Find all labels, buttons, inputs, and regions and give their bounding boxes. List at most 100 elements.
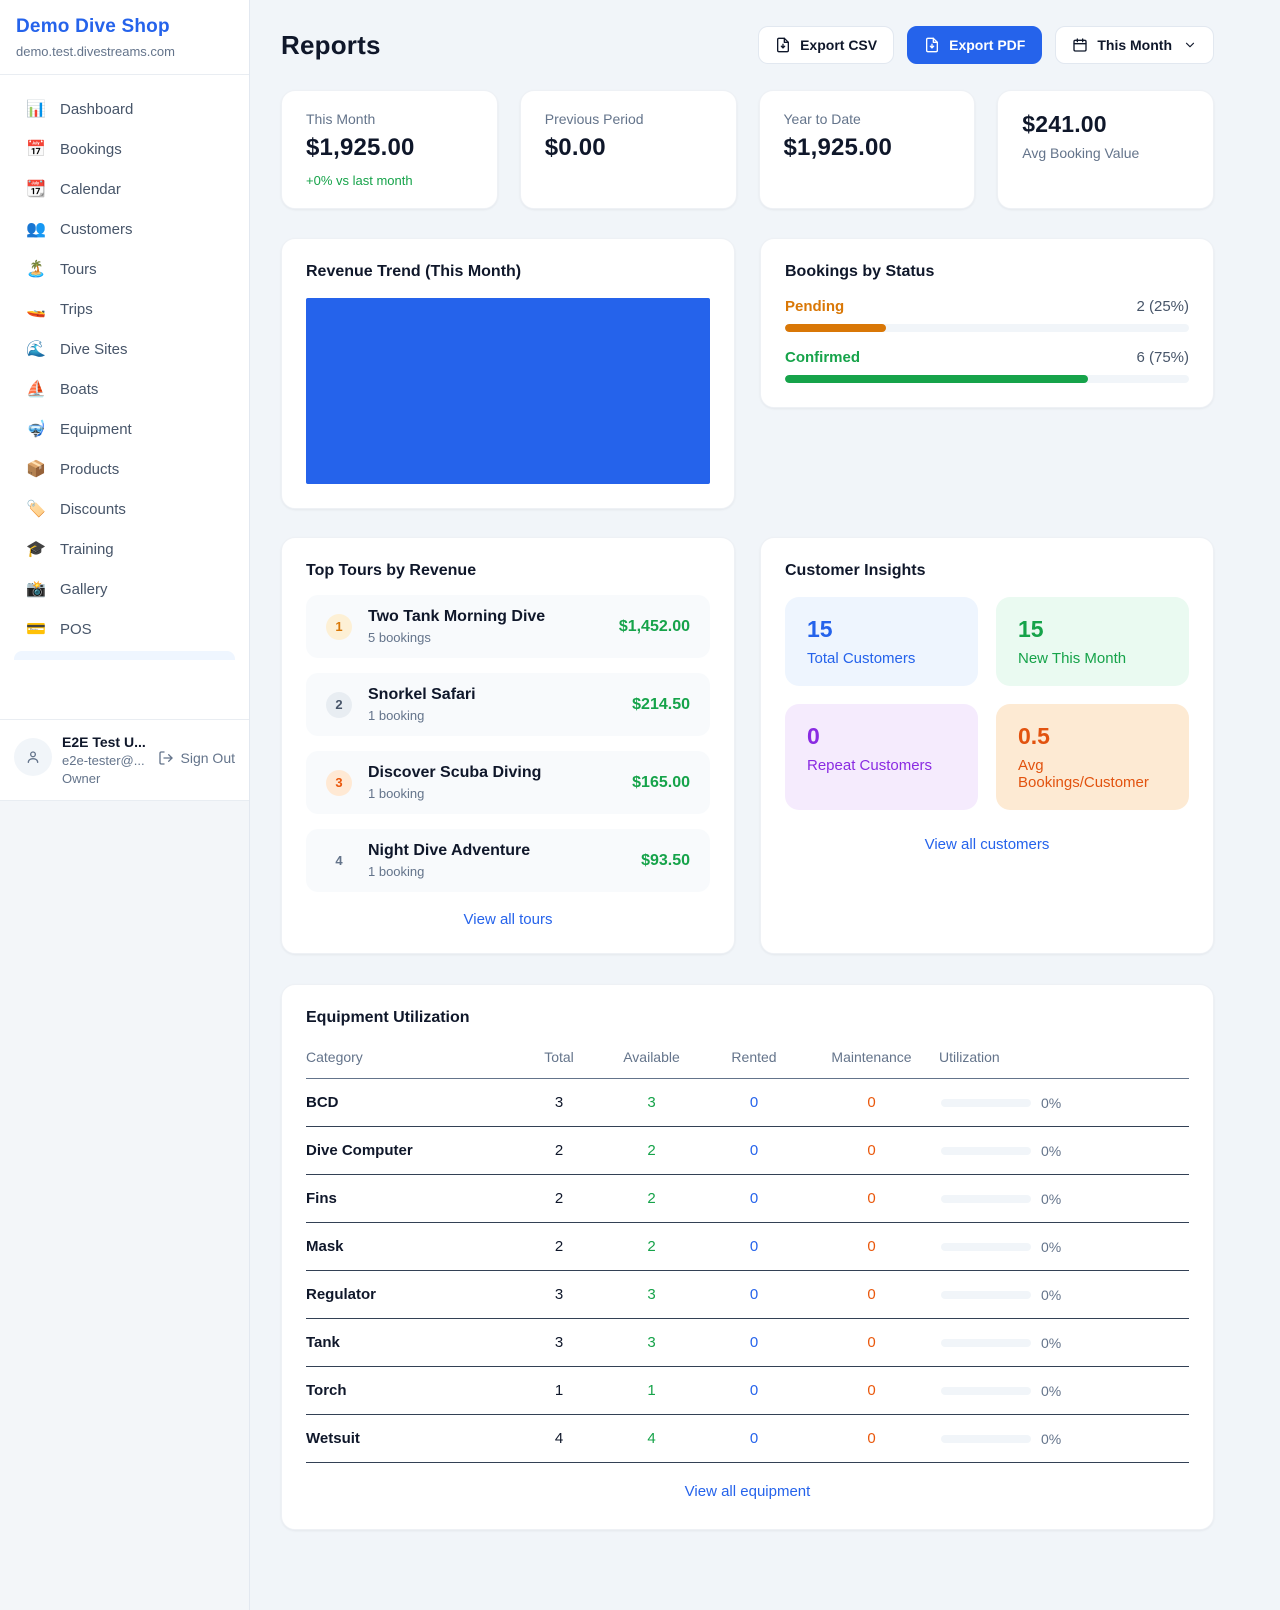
sign-out-button[interactable]: Sign Out [158,750,235,766]
cell-total: 1 [519,1382,599,1399]
bookings-by-status-title: Bookings by Status [785,263,1189,281]
sidebar-item-boats[interactable]: ⛵ Boats [12,369,237,409]
top-tours-title: Top Tours by Revenue [306,562,710,580]
period-dropdown[interactable]: This Month [1055,26,1214,64]
tour-amount: $214.50 [632,696,690,714]
utilization-bar [941,1435,1031,1443]
status-bar-fill [785,324,886,332]
discounts-icon: 🏷️ [26,499,46,519]
sidebar-item-dashboard[interactable]: 📊 Dashboard [12,89,237,129]
sidebar-item-pos[interactable]: 💳 POS [12,609,237,649]
cell-total: 3 [519,1286,599,1303]
chevron-down-icon [1183,38,1197,52]
app-window: Demo Dive Shop demo.test.divestreams.com… [0,0,1280,1610]
customers-icon: 👥 [26,219,46,239]
sign-out-label: Sign Out [181,750,235,766]
cell-maintenance: 0 [804,1190,939,1207]
page-header: Reports Export CSV Export PDF This Month [281,26,1214,64]
col-header-available: Available [599,1049,704,1065]
bookings-icon: 📅 [26,139,46,159]
table-row: Mask 2 2 0 0 0% [306,1223,1189,1271]
status-bar-fill [785,375,1088,383]
gallery-icon: 📸 [26,579,46,599]
table-row: Regulator 3 3 0 0 0% [306,1271,1189,1319]
export-pdf-button[interactable]: Export PDF [907,26,1042,64]
stat-label: Year to Date [784,111,951,127]
tour-amount: $165.00 [632,774,690,792]
utilization-bar [941,1387,1031,1395]
cell-rented: 0 [704,1190,804,1207]
sidebar-item-equipment[interactable]: 🤿 Equipment [12,409,237,449]
col-header-total: Total [519,1049,599,1065]
view-all-tours-link[interactable]: View all tours [464,911,553,928]
cell-category: Dive Computer [306,1142,519,1159]
insight-tile-repeat-customers: 0 Repeat Customers [785,704,978,810]
cell-maintenance: 0 [804,1334,939,1351]
stat-label: Avg Booking Value [1022,145,1189,161]
user-role: Owner [62,771,146,786]
insight-label: Repeat Customers [807,757,956,774]
tour-bookings: 5 bookings [368,630,545,645]
insight-tile-avg-bookings: 0.5 Avg Bookings/Customer [996,704,1189,810]
sidebar-item-gallery[interactable]: 📸 Gallery [12,569,237,609]
shop-domain: demo.test.divestreams.com [16,44,233,59]
stat-delta: +0% vs last month [306,173,473,188]
sidebar-item-label: Customers [60,221,133,238]
tour-name: Snorkel Safari [368,686,476,704]
utilization-bar [941,1147,1031,1155]
export-csv-button[interactable]: Export CSV [758,26,894,64]
sidebar-item-bookings[interactable]: 📅 Bookings [12,129,237,169]
tour-bookings: 1 booking [368,708,476,723]
cell-total: 3 [519,1094,599,1111]
charts-row: Revenue Trend (This Month) Bookings by S… [281,238,1214,509]
status-count: 6 (75%) [1136,349,1189,366]
stat-value: $0.00 [545,134,712,162]
tour-row: 4 Night Dive Adventure 1 booking $93.50 [306,829,710,892]
cell-category: Fins [306,1190,519,1207]
user-panel: E2E Test U... e2e-tester@... Owner Sign … [0,719,249,800]
sidebar-item-calendar[interactable]: 📆 Calendar [12,169,237,209]
dive-sites-icon: 🌊 [26,339,46,359]
status-row-confirmed: Confirmed 6 (75%) [785,349,1189,383]
sidebar-item-training[interactable]: 🎓 Training [12,529,237,569]
user-email: e2e-tester@... [62,753,146,768]
page-title: Reports [281,30,381,61]
cell-utilization: 0% [939,1335,1189,1351]
stat-value: $1,925.00 [784,134,951,162]
equipment-table: Category Total Available Rented Maintena… [306,1041,1189,1463]
calendar-icon [1072,37,1088,53]
cell-rented: 0 [704,1142,804,1159]
cell-utilization: 0% [939,1191,1189,1207]
sidebar-item-dive-sites[interactable]: 🌊 Dive Sites [12,329,237,369]
tour-row: 2 Snorkel Safari 1 booking $214.50 [306,673,710,736]
view-all-equipment-link[interactable]: View all equipment [685,1483,811,1500]
view-all-customers-link[interactable]: View all customers [925,836,1050,853]
bookings-by-status-card: Bookings by Status Pending 2 (25%) Confi… [760,238,1214,408]
cell-category: Wetsuit [306,1430,519,1447]
sidebar-item-discounts[interactable]: 🏷️ Discounts [12,489,237,529]
stat-card-this-month: This Month $1,925.00 +0% vs last month [281,90,498,209]
sidebar-rail: Demo Dive Shop demo.test.divestreams.com… [0,0,250,1610]
sidebar-item-label: Discounts [60,501,126,518]
sidebar-item-products[interactable]: 📦 Products [12,449,237,489]
cell-maintenance: 0 [804,1238,939,1255]
cell-available: 2 [599,1142,704,1159]
cell-total: 2 [519,1142,599,1159]
user-info: E2E Test U... e2e-tester@... Owner [62,734,146,786]
sidebar-item-trips[interactable]: 🚤 Trips [12,289,237,329]
status-count: 2 (25%) [1136,298,1189,315]
sidebar-item-tours[interactable]: 🏝️ Tours [12,249,237,289]
sidebar-item-label: POS [60,621,92,638]
cell-category: Regulator [306,1286,519,1303]
cell-category: Torch [306,1382,519,1399]
sidebar-item-label: Bookings [60,141,122,158]
stat-value: $241.00 [1022,111,1189,138]
sidebar-active-item-partial[interactable] [14,651,235,660]
col-header-maintenance: Maintenance [804,1049,939,1065]
insight-tile-total-customers: 15 Total Customers [785,597,978,686]
cell-category: Tank [306,1334,519,1351]
sidebar-item-customers[interactable]: 👥 Customers [12,209,237,249]
sidebar-item-label: Products [60,461,119,478]
table-row: Torch 1 1 0 0 0% [306,1367,1189,1415]
sidebar-item-label: Training [60,541,114,558]
